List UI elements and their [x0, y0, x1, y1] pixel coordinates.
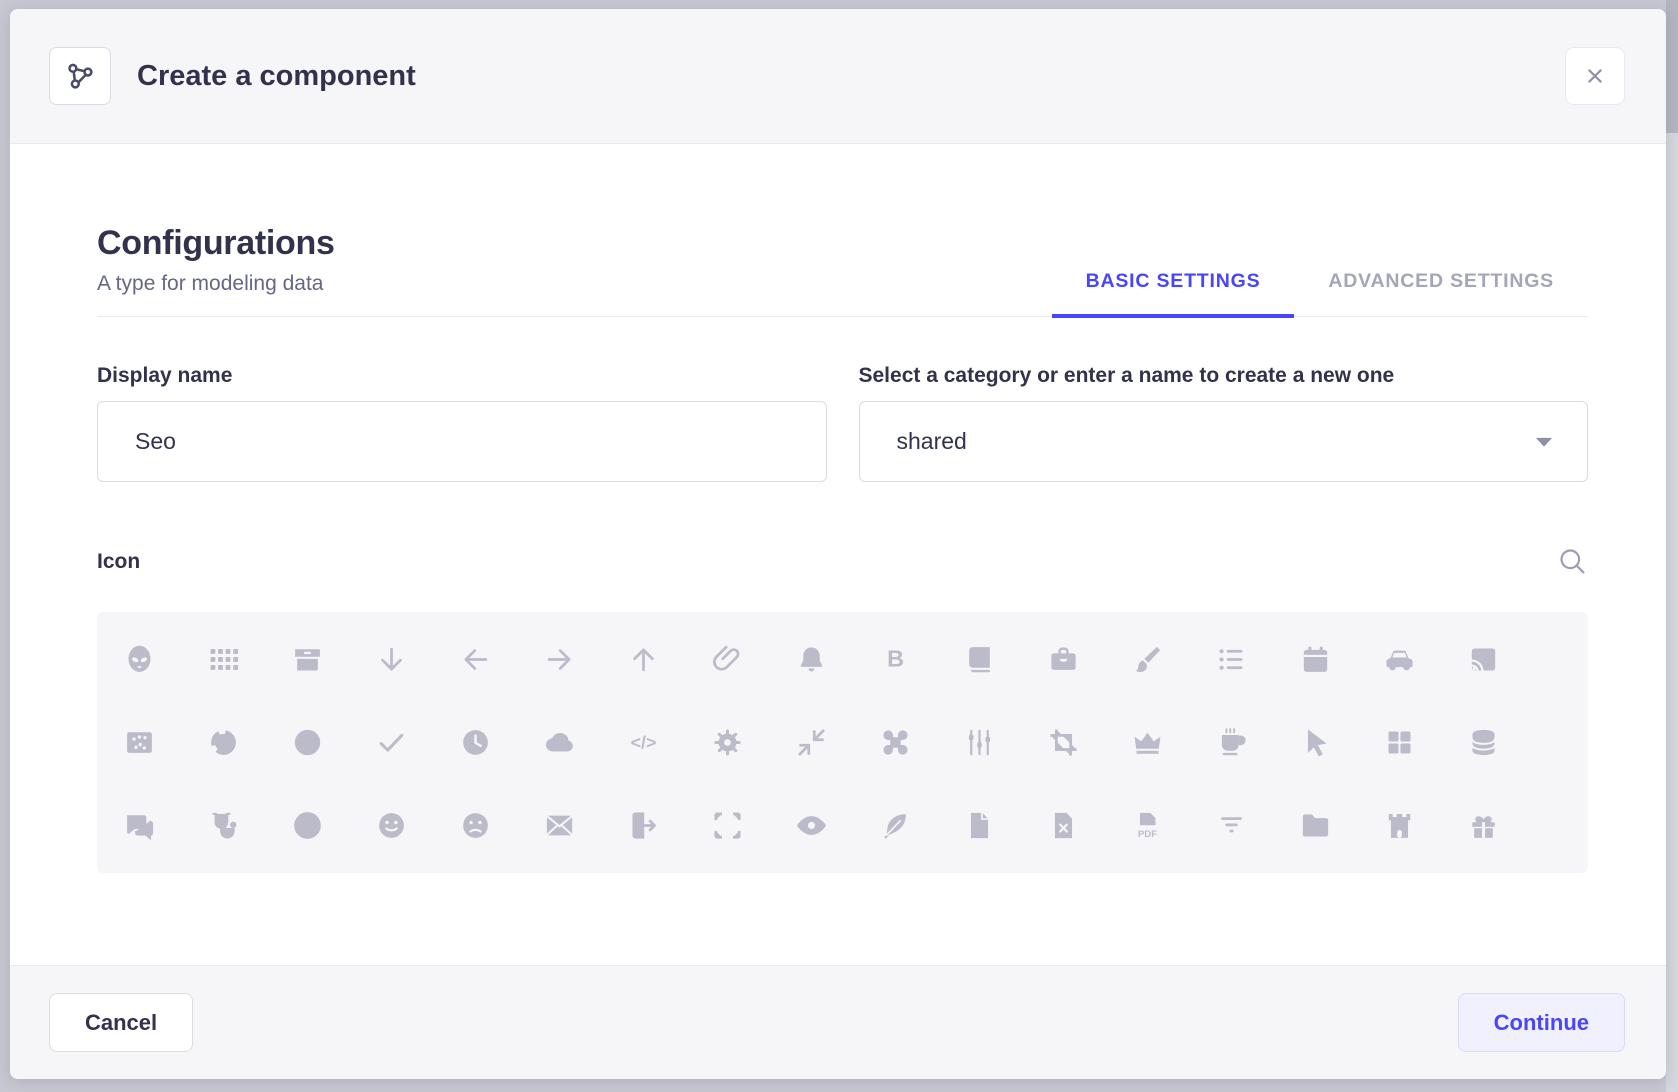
tab-basic-settings[interactable]: BASIC SETTINGS — [1052, 270, 1295, 318]
cursor-icon[interactable] — [1273, 701, 1357, 784]
cup-icon[interactable] — [1189, 701, 1273, 784]
category-label: Select a category or enter a name to cre… — [859, 364, 1589, 388]
category-select[interactable]: shared — [859, 401, 1589, 482]
modal-body: Configurations A type for modeling data … — [10, 144, 1666, 965]
folder-icon[interactable] — [1273, 784, 1357, 867]
attachment-icon[interactable] — [685, 618, 769, 701]
cast-icon[interactable] — [1441, 618, 1525, 701]
check-icon[interactable] — [349, 701, 433, 784]
brush-icon[interactable] — [1105, 618, 1189, 701]
book-icon[interactable] — [937, 618, 1021, 701]
fields-row: Display name Select a category or enter … — [97, 364, 1588, 482]
arrow-left-icon[interactable] — [433, 618, 517, 701]
calendar-icon[interactable] — [1273, 618, 1357, 701]
component-icon — [49, 47, 111, 105]
icon-picker-header: Icon — [97, 546, 1588, 577]
icon-picker-label: Icon — [97, 550, 140, 574]
doctor-icon[interactable] — [181, 784, 265, 867]
briefcase-icon[interactable] — [1021, 618, 1105, 701]
feather-icon[interactable] — [853, 784, 937, 867]
chart-bubble-icon[interactable] — [97, 701, 181, 784]
chart-circle-icon[interactable] — [181, 701, 265, 784]
icon-grid: B </> PDF — [97, 612, 1588, 873]
command-icon[interactable] — [853, 701, 937, 784]
page-backdrop — [1666, 0, 1678, 1092]
filter-icon[interactable] — [1189, 784, 1273, 867]
apps-icon[interactable] — [181, 618, 265, 701]
arrow-down-icon[interactable] — [349, 618, 433, 701]
alien-icon[interactable] — [97, 618, 181, 701]
file-icon[interactable] — [937, 784, 1021, 867]
arrow-right-icon[interactable] — [517, 618, 601, 701]
chevron-down-icon — [1531, 429, 1557, 455]
earth-icon[interactable] — [265, 784, 349, 867]
settings-tabs: BASIC SETTINGSADVANCED SETTINGS — [1052, 270, 1588, 316]
envelope-icon[interactable] — [517, 784, 601, 867]
section-heading: Configurations — [97, 224, 335, 263]
bell-icon[interactable] — [769, 618, 853, 701]
code-icon[interactable]: </> — [601, 701, 685, 784]
cancel-button[interactable]: Cancel — [49, 993, 193, 1052]
category-field: Select a category or enter a name to cre… — [859, 364, 1589, 482]
continue-button[interactable]: Continue — [1458, 993, 1625, 1052]
file-error-icon[interactable] — [1021, 784, 1105, 867]
close-button[interactable] — [1565, 47, 1625, 105]
cloud-icon[interactable] — [517, 701, 601, 784]
svg-text:B: B — [887, 645, 904, 671]
cog-icon[interactable] — [685, 701, 769, 784]
clock-icon[interactable] — [433, 701, 517, 784]
car-icon[interactable] — [1357, 618, 1441, 701]
create-component-modal: Create a component Configurations A type… — [10, 9, 1666, 1079]
search-icon[interactable] — [1557, 546, 1588, 577]
crop-icon[interactable] — [1021, 701, 1105, 784]
discuss-icon[interactable] — [97, 784, 181, 867]
emotion-happy-icon[interactable] — [349, 784, 433, 867]
tab-advanced-settings[interactable]: ADVANCED SETTINGS — [1294, 270, 1588, 318]
display-name-input[interactable] — [97, 401, 827, 482]
archive-icon[interactable] — [265, 618, 349, 701]
arrow-up-icon[interactable] — [601, 618, 685, 701]
close-icon — [1582, 63, 1608, 89]
svg-text:PDF: PDF — [1137, 829, 1156, 840]
chart-pie-icon[interactable] — [265, 701, 349, 784]
svg-text:</>: </> — [630, 733, 656, 753]
section-header-row: Configurations A type for modeling data … — [97, 224, 1588, 317]
modal-title: Create a component — [137, 60, 416, 93]
category-select-value: shared — [897, 428, 967, 455]
gift-icon[interactable] — [1441, 784, 1525, 867]
file-pdf-icon[interactable]: PDF — [1105, 784, 1189, 867]
bold-icon[interactable]: B — [853, 618, 937, 701]
section-heading-block: Configurations A type for modeling data — [97, 224, 335, 316]
modal-footer: Cancel Continue — [10, 965, 1666, 1079]
expand-icon[interactable] — [685, 784, 769, 867]
eye-icon[interactable] — [769, 784, 853, 867]
collapse-icon[interactable] — [769, 701, 853, 784]
dashboard-icon[interactable] — [1357, 701, 1441, 784]
display-name-label: Display name — [97, 364, 827, 388]
display-name-field: Display name — [97, 364, 827, 482]
gate-icon[interactable] — [1357, 784, 1441, 867]
connector-icon[interactable] — [937, 701, 1021, 784]
crown-icon[interactable] — [1105, 701, 1189, 784]
modal-header: Create a component — [10, 9, 1666, 144]
icon-picker-section: Icon B </> PDF — [97, 546, 1588, 873]
emotion-unhappy-icon[interactable] — [433, 784, 517, 867]
database-icon[interactable] — [1441, 701, 1525, 784]
section-subheading: A type for modeling data — [97, 272, 335, 296]
bullet-list-icon[interactable] — [1189, 618, 1273, 701]
exit-icon[interactable] — [601, 784, 685, 867]
